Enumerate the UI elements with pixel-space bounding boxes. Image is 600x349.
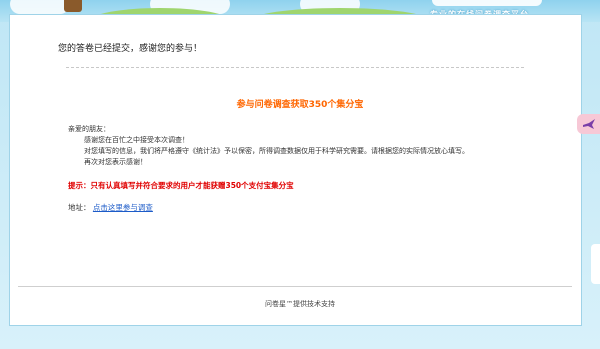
footer-divider — [18, 286, 572, 287]
thanks-message: 您的答卷已经提交，感谢您的参与！ — [58, 44, 203, 54]
scroll-edge — [591, 244, 600, 284]
letter-line: 感谢您在百忙之中接受本次调查！ — [84, 136, 189, 144]
survey-link[interactable]: 点击这里参与调查 — [93, 203, 153, 212]
address-label: 地址： — [68, 203, 91, 212]
letter-line: 对您填写的信息，我们将严格遵守《统计法》予以保密，所得调查数据仅用于科学研究需要… — [84, 147, 469, 155]
hut-icon — [64, 0, 82, 12]
footer-credit: 问卷星™提供技术支持 — [265, 300, 335, 308]
letter-line: 再次对您表示感谢！ — [84, 158, 147, 166]
divider — [66, 67, 524, 68]
letter-greeting: 亲爱的朋友： — [68, 125, 110, 133]
address-row: 地址： 点击这里参与调查 — [68, 202, 153, 213]
cloud-decoration — [10, 0, 70, 14]
promo-headline: 参与问卷调查获取350个集分宝 — [236, 100, 364, 110]
promo-letter: 亲爱的朋友： 感谢您在百忙之中接受本次调查！ 对您填写的信息，我们将严格遵守《统… — [68, 124, 469, 168]
content-card — [9, 14, 582, 326]
tip-text: 提示：只有认真填写并符合要求的用户才能获赠350个支付宝集分宝 — [68, 181, 294, 190]
side-share-tab[interactable] — [577, 114, 600, 134]
site-logo — [432, 0, 542, 6]
bird-icon — [582, 119, 595, 129]
